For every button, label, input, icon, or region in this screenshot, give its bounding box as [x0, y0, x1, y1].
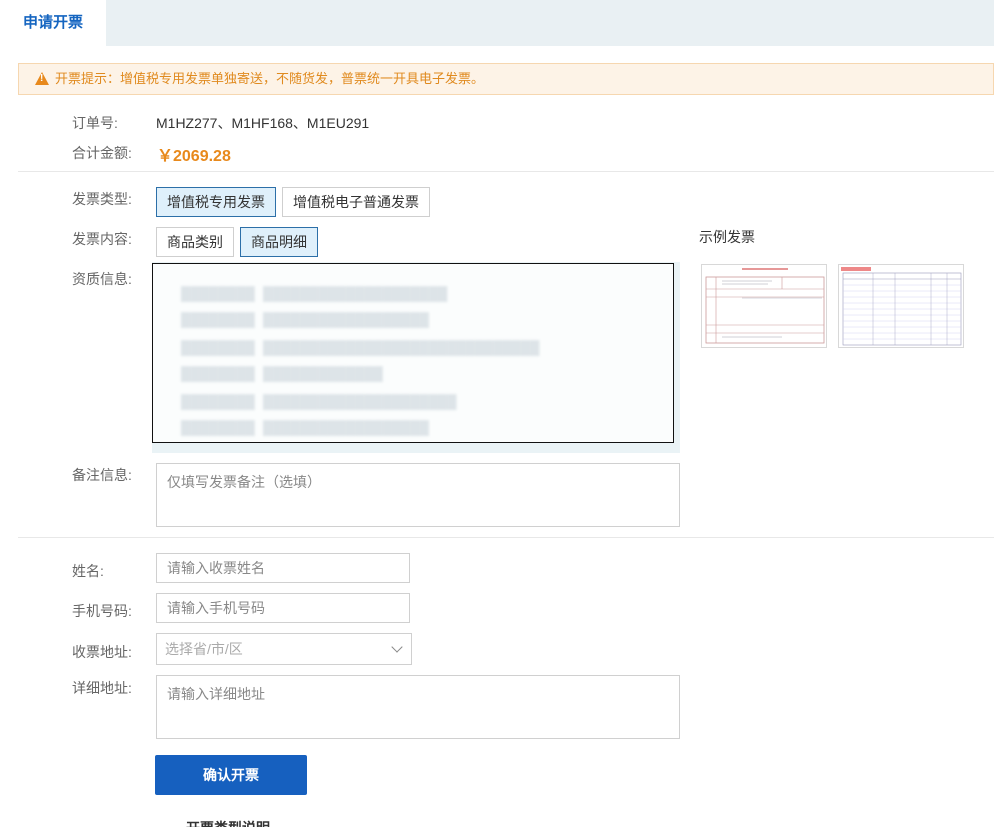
- content-detail-option[interactable]: 商品明细: [240, 227, 318, 257]
- total-amount-value: ￥2069.28: [157, 148, 231, 165]
- address-detail-label: 详细地址:: [72, 680, 132, 696]
- sample-invoice-detail-image[interactable]: [838, 264, 964, 348]
- recipient-phone-label: 手机号码:: [72, 603, 132, 619]
- invoice-type-electronic-option[interactable]: 增值税电子普通发票: [282, 187, 430, 217]
- warning-icon: [35, 72, 49, 85]
- order-number-label: 订单号:: [72, 115, 118, 131]
- remark-textarea[interactable]: 仅填写发票备注（选填）: [156, 463, 680, 527]
- recipient-name-label: 姓名:: [72, 563, 104, 579]
- confirm-invoice-button[interactable]: 确认开票: [155, 755, 307, 795]
- address-detail-textarea[interactable]: 请输入详细地址: [156, 675, 680, 739]
- invoice-type-label: 发票类型:: [72, 191, 132, 207]
- recipient-name-input[interactable]: 请输入收票姓名: [156, 553, 410, 583]
- recipient-phone-input[interactable]: 请输入手机号码: [156, 593, 410, 623]
- sample-invoice-special-image[interactable]: [701, 264, 827, 348]
- sample-invoice-detail-drawing: [839, 265, 963, 347]
- invoice-type-explanation-heading: 开票类型说明: [186, 818, 270, 827]
- sample-invoice-special-drawing: [702, 265, 826, 347]
- total-amount-label: 合计金额:: [72, 145, 132, 161]
- divider: [18, 537, 994, 538]
- chevron-down-icon: [391, 641, 403, 653]
- recipient-region-label: 收票地址:: [72, 644, 132, 660]
- remark-label: 备注信息:: [72, 467, 132, 483]
- qualification-info-redacted: ████████ ████████████████████ ████████ ███…: [152, 263, 674, 443]
- order-number-value: M1HZ277、M1HF168、M1EU291: [156, 115, 370, 131]
- notice-text: 开票提示：增值税专用发票单独寄送，不随货发，普票统一开具电子发票。: [55, 71, 485, 86]
- region-select-placeholder: 选择省/市/区: [165, 641, 243, 657]
- sample-invoice-title: 示例发票: [699, 229, 755, 245]
- qualification-label: 资质信息:: [72, 271, 132, 287]
- invoice-notice: 开票提示：增值税专用发票单独寄送，不随货发，普票统一开具电子发票。: [18, 63, 994, 95]
- invoice-content-label: 发票内容:: [72, 231, 132, 247]
- tab-bar: 申请开票: [0, 0, 994, 46]
- content-category-option[interactable]: 商品类别: [156, 227, 234, 257]
- divider: [18, 171, 994, 172]
- tab-apply-invoice[interactable]: 申请开票: [0, 0, 106, 46]
- region-select[interactable]: 选择省/市/区: [156, 633, 412, 665]
- invoice-type-special-option[interactable]: 增值税专用发票: [156, 187, 276, 217]
